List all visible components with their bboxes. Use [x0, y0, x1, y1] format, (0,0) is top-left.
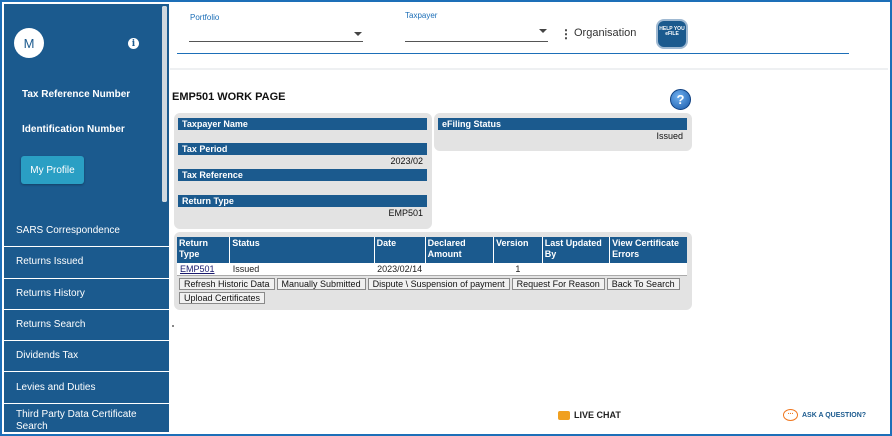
sidebar-item-third-party-data[interactable]: Third Party Data Certificate Search — [4, 404, 169, 436]
taxpayer-name-value — [275, 130, 427, 142]
col-status: Status — [229, 237, 375, 263]
cell-return-type[interactable]: EMP501 — [177, 263, 230, 276]
col-date: Date — [374, 237, 426, 263]
refresh-historic-data-button[interactable]: Refresh Historic Data — [179, 278, 275, 290]
help-question-icon[interactable]: ? — [670, 89, 691, 110]
sidebar-item-dividends-tax[interactable]: Dividends Tax — [4, 341, 169, 373]
page-title: EMP501 WORK PAGE — [172, 91, 286, 103]
content-separator — [170, 68, 888, 70]
manually-submitted-button[interactable]: Manually Submitted — [276, 278, 366, 290]
upload-button-row: Upload Certificates — [179, 292, 266, 304]
stray-mark — [172, 325, 174, 327]
col-return-type: Return Type — [177, 237, 231, 263]
cell-date: 2023/02/14 — [374, 263, 426, 276]
avatar[interactable]: M — [14, 28, 44, 58]
organisation-label[interactable]: Organisation — [574, 27, 636, 39]
more-options-icon[interactable]: ⋮ — [560, 27, 572, 41]
dispute-suspension-button[interactable]: Dispute \ Suspension of payment — [367, 278, 510, 290]
tax-period-header: Tax Period — [178, 143, 427, 155]
taxpayer-select[interactable] — [405, 41, 548, 42]
action-button-row: Refresh Historic Data Manually Submitted… — [179, 278, 680, 290]
back-to-search-button[interactable]: Back To Search — [606, 278, 680, 290]
portfolio-chevron-down-icon[interactable] — [354, 32, 362, 36]
return-type-header: Return Type — [178, 195, 427, 207]
portfolio-label: Portfolio — [190, 13, 220, 22]
col-last-updated-by: Last Updated By — [542, 237, 611, 263]
chat-icon — [558, 410, 570, 420]
sidebar-menu: SARS Correspondence Returns Issued Retur… — [4, 216, 169, 436]
live-chat-label: LIVE CHAT — [574, 410, 621, 420]
identification-number-label: Identification Number — [22, 124, 125, 135]
ask-question-label: ASK A QUESTION? — [802, 411, 867, 419]
table-header-row: Return Type Status Date Declared Amount … — [177, 237, 687, 263]
tax-reference-header: Tax Reference — [178, 169, 427, 181]
col-view-certificate-errors: View Certificate Errors — [609, 237, 687, 263]
header-divider — [177, 53, 849, 54]
upload-certificates-button[interactable]: Upload Certificates — [179, 292, 266, 304]
sidebar-item-returns-issued[interactable]: Returns Issued — [4, 247, 169, 279]
cell-status: Issued — [229, 263, 375, 276]
sidebar-scrollbar[interactable] — [162, 6, 167, 202]
taxpayer-name-header: Taxpayer Name — [178, 118, 427, 130]
live-chat-link[interactable]: LIVE CHAT — [558, 410, 621, 420]
help-you-efile-logo[interactable]: HELP YOU eFILE — [656, 19, 688, 49]
taxpayer-chevron-down-icon[interactable] — [539, 29, 547, 33]
cell-version: 1 — [493, 263, 543, 276]
table-row: EMP501 Issued 2023/02/14 1 — [177, 263, 687, 276]
sidebar: M i Tax Reference Number Identification … — [4, 4, 169, 432]
emp501-link[interactable]: EMP501 — [180, 264, 215, 274]
tax-period-value: 2023/02 — [390, 156, 423, 166]
returns-table: Return Type Status Date Declared Amount … — [177, 237, 687, 276]
my-profile-button[interactable]: My Profile — [21, 156, 84, 184]
sidebar-item-returns-history[interactable]: Returns History — [4, 279, 169, 310]
efiling-status-value: Issued — [656, 131, 683, 141]
cell-last-updated-by — [542, 263, 610, 276]
cell-view-errors[interactable] — [609, 263, 687, 276]
ask-question-link[interactable]: ... ASK A QUESTION? — [783, 409, 866, 421]
profile-section: M i Tax Reference Number Identification … — [4, 4, 169, 202]
col-declared-amount: Declared Amount — [425, 237, 495, 263]
col-version: Version — [493, 237, 543, 263]
cell-declared-amount — [425, 263, 494, 276]
portfolio-select[interactable] — [189, 41, 363, 42]
speech-bubble-icon: ... — [783, 409, 798, 421]
sidebar-item-returns-search[interactable]: Returns Search — [4, 310, 169, 342]
info-icon[interactable]: i — [128, 38, 139, 49]
request-for-reason-button[interactable]: Request For Reason — [511, 278, 605, 290]
taxpayer-label: Taxpayer — [405, 11, 438, 20]
return-type-value: EMP501 — [388, 208, 423, 218]
sidebar-item-levies-and-duties[interactable]: Levies and Duties — [4, 372, 169, 404]
efiling-status-header: eFiling Status — [438, 118, 687, 130]
sidebar-item-sars-correspondence[interactable]: SARS Correspondence — [4, 216, 169, 248]
tax-reference-number-label: Tax Reference Number — [22, 89, 131, 100]
scrollbar-thumb[interactable] — [162, 6, 167, 202]
